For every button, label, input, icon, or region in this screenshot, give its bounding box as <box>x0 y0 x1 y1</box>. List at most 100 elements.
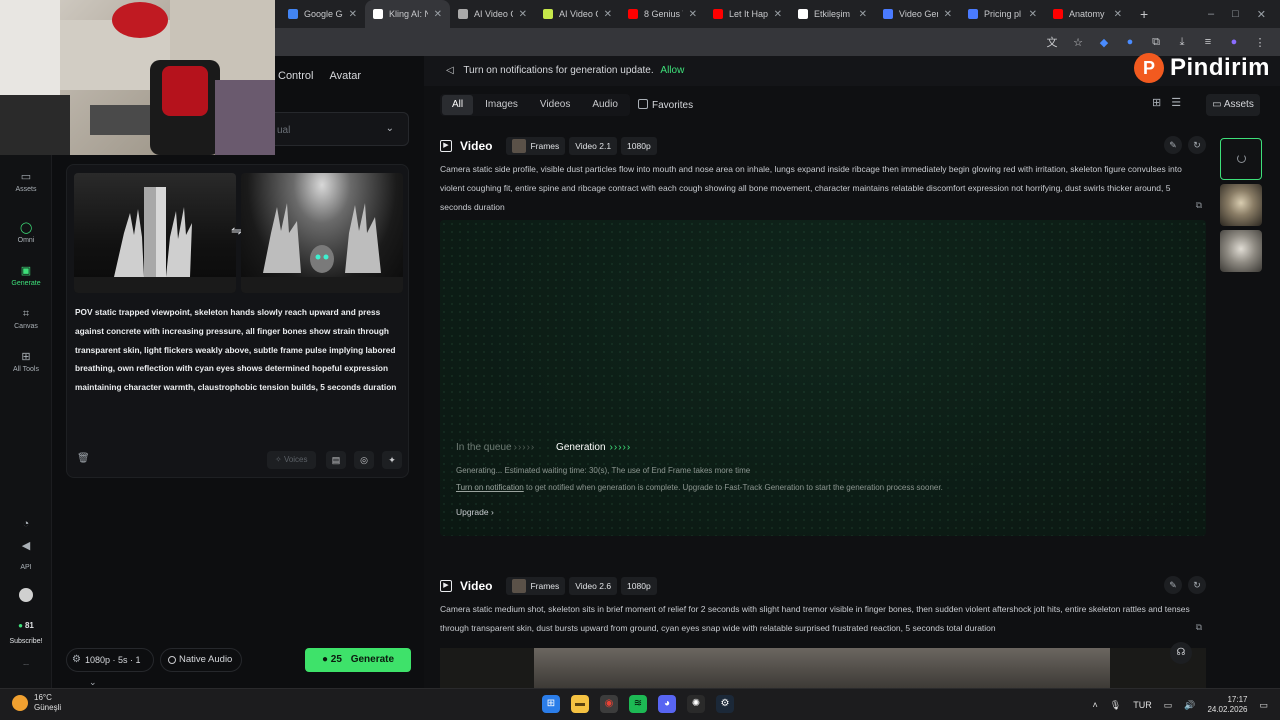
template-icon[interactable]: ▤ <box>326 451 346 469</box>
start-frame-thumbnail[interactable] <box>74 173 236 293</box>
browser-tab[interactable]: Etkileşim ✕ <box>790 0 875 28</box>
extension-icon-2[interactable]: ● <box>1124 36 1136 48</box>
grid-view-icon[interactable]: ⊞ <box>1152 96 1161 109</box>
list-view-icon[interactable]: ☰ <box>1171 96 1181 109</box>
close-window-button[interactable]: ✕ <box>1257 8 1266 21</box>
retry-icon[interactable]: ↻ <box>1188 576 1206 594</box>
edit-icon[interactable]: ✎ <box>1164 136 1182 154</box>
thumbnail-skeleton-2[interactable] <box>1220 230 1262 272</box>
thumbnail-loading[interactable] <box>1220 138 1262 180</box>
extension-icon[interactable]: ◆ <box>1098 36 1110 49</box>
nav-announcements[interactable]: ◀ <box>0 540 52 555</box>
nav-profile[interactable] <box>0 588 52 605</box>
notification-center-icon[interactable]: ▭ <box>1259 700 1268 711</box>
tab-title: AI Video G <box>559 9 598 19</box>
turn-on-notification-link[interactable]: Turn on notification <box>456 483 524 492</box>
close-tab-icon[interactable]: ✕ <box>1029 9 1037 20</box>
browser-tab[interactable]: Kling AI: N ✕ <box>365 0 450 28</box>
support-headset-icon[interactable]: ☊ <box>1170 642 1192 664</box>
generate-button[interactable]: ● 25 Generate <box>305 648 411 672</box>
close-tab-icon[interactable]: ✕ <box>774 9 782 20</box>
tab-avatar[interactable]: Avatar <box>329 70 361 82</box>
chatgpt-icon[interactable]: ✺ <box>687 695 705 713</box>
close-tab-icon[interactable]: ✕ <box>859 9 867 20</box>
end-frame-thumbnail[interactable] <box>241 173 403 293</box>
steam-icon[interactable]: ⚙ <box>716 695 734 713</box>
native-audio-toggle[interactable]: Native Audio <box>160 648 242 672</box>
nav-subscribe[interactable]: Subscribe! <box>0 638 52 645</box>
voices-button[interactable]: ✧ Voices <box>267 451 316 469</box>
browser-tab[interactable]: Let It Happ ✕ <box>705 0 790 28</box>
profile-avatar-icon[interactable]: ● <box>1228 36 1240 48</box>
nav-all-tools[interactable]: ⊞ All Tools <box>0 351 52 373</box>
filter-all[interactable]: All <box>442 95 474 115</box>
allow-notifications-link[interactable]: Allow <box>660 65 684 76</box>
language-indicator[interactable]: TUR <box>1133 700 1152 710</box>
copy-icon[interactable]: ⧉ <box>1196 622 1202 633</box>
filter-videos[interactable]: Videos <box>530 95 580 115</box>
close-tab-icon[interactable]: ✕ <box>519 9 527 20</box>
generation-prompt: Camera static medium shot, skeleton sits… <box>440 604 1190 633</box>
browser-tab[interactable]: Video Gen ✕ <box>875 0 960 28</box>
upgrade-link[interactable]: Upgrade › <box>456 507 494 517</box>
nav-more[interactable]: ... <box>0 660 52 667</box>
assets-button[interactable]: ▭ Assets <box>1206 94 1260 116</box>
nav-api[interactable]: API <box>0 564 52 571</box>
microphone-icon[interactable]: 🎙 <box>1110 700 1121 711</box>
resolution-selector[interactable]: ⚙ 1080p · 5s · 1 ⌄ <box>66 648 154 687</box>
monitor-icon[interactable]: ▭ <box>1164 700 1173 711</box>
filter-audio[interactable]: Audio <box>582 95 628 115</box>
browser-tab[interactable]: AI Video G ✕ <box>450 0 535 28</box>
prompt-textarea[interactable]: POV static trapped viewpoint, skeleton h… <box>75 303 400 397</box>
browser-tab[interactable]: Pricing pl ✕ <box>960 0 1045 28</box>
new-tab-button[interactable]: + <box>1130 6 1158 22</box>
close-tab-icon[interactable]: ✕ <box>689 9 697 20</box>
retry-icon[interactable]: ↻ <box>1188 136 1206 154</box>
thumbnail-skeleton-1[interactable] <box>1220 184 1262 226</box>
clock[interactable]: 17:17 24.02.2026 <box>1207 695 1247 715</box>
location-pin-icon[interactable]: ◎ <box>354 451 374 469</box>
nav-credits[interactable]: ● 81 <box>0 621 52 630</box>
trash-icon[interactable]: 🗑 <box>77 453 90 464</box>
browser-menu-icon[interactable]: ⋮ <box>1254 36 1266 49</box>
checkbox-icon <box>638 99 648 109</box>
favorites-checkbox[interactable]: Favorites <box>638 99 693 111</box>
bookmark-star-icon[interactable]: ☆ <box>1072 36 1084 49</box>
close-tab-icon[interactable]: ✕ <box>1114 9 1122 20</box>
filter-images[interactable]: Images <box>475 95 528 115</box>
copy-icon[interactable]: ⧉ <box>1196 200 1202 211</box>
browser-tab[interactable]: Google Gem ✕ <box>280 0 365 28</box>
chip-resolution: 1080p <box>621 137 657 155</box>
nav-canvas[interactable]: ⌗ Canvas <box>0 308 52 330</box>
extensions-puzzle-icon[interactable]: ⧉ <box>1150 36 1162 48</box>
reading-list-icon[interactable]: ≡ <box>1202 36 1214 48</box>
nav-omni[interactable]: ◯ Omni <box>0 222 52 244</box>
browser-tab[interactable]: Anatomy ✕ <box>1045 0 1130 28</box>
nav-notifications[interactable]: ◔ <box>0 518 52 533</box>
close-tab-icon[interactable]: ✕ <box>349 9 357 20</box>
windows-start-icon[interactable]: ⊞ <box>542 695 560 713</box>
close-tab-icon[interactable]: ✕ <box>434 9 442 20</box>
minimize-button[interactable]: – <box>1208 8 1214 21</box>
edit-icon[interactable]: ✎ <box>1164 576 1182 594</box>
nav-canvas-label: Canvas <box>14 323 38 330</box>
nav-assets[interactable]: ▭ Assets <box>0 171 52 193</box>
volume-icon[interactable]: 🔊 <box>1184 700 1195 711</box>
generated-video-preview[interactable] <box>440 648 1206 688</box>
download-icon[interactable]: ⤓ <box>1176 36 1188 48</box>
chrome-icon[interactable]: ◉ <box>600 695 618 713</box>
magic-wand-icon[interactable]: ✦ <box>382 451 402 469</box>
close-tab-icon[interactable]: ✕ <box>944 9 952 20</box>
discord-icon[interactable]: ◕ <box>658 695 676 713</box>
file-explorer-icon[interactable]: ▬ <box>571 695 589 713</box>
translate-icon[interactable]: 文 <box>1046 36 1058 49</box>
chevron-up-icon[interactable]: ˄ <box>1093 700 1098 710</box>
browser-tab[interactable]: AI Video G ✕ <box>535 0 620 28</box>
browser-tab[interactable]: 8 Genius V ✕ <box>620 0 705 28</box>
nav-generate[interactable]: ▣ Generate <box>0 265 52 287</box>
tab-control[interactable]: Control <box>278 70 313 82</box>
close-tab-icon[interactable]: ✕ <box>604 9 612 20</box>
weather-widget[interactable]: 16°C Güneşli <box>12 693 61 713</box>
spotify-icon[interactable]: ≋ <box>629 695 647 713</box>
maximize-button[interactable]: □ <box>1232 8 1239 21</box>
